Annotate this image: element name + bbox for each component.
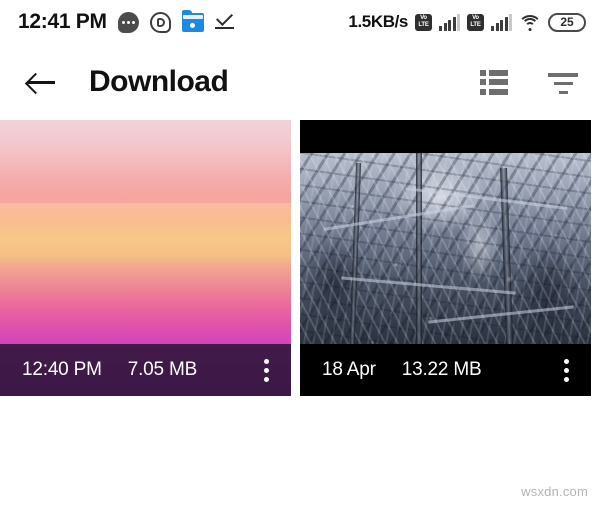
watermark: wsxdn.com bbox=[521, 484, 588, 499]
wifi-icon bbox=[518, 14, 542, 31]
item-time-label: 18 Apr bbox=[322, 359, 376, 380]
signal-sim1-icon bbox=[439, 13, 460, 31]
item-size-label: 13.22 MB bbox=[401, 359, 482, 380]
gallery-item-sunset[interactable]: 12:40 PM 7.05 MB bbox=[0, 120, 291, 396]
gallery-item-snow[interactable]: 18 Apr 13.22 MB bbox=[300, 120, 591, 396]
download-complete-icon bbox=[214, 9, 235, 32]
battery-icon: 25 bbox=[548, 12, 586, 32]
item-time-label: 12:40 PM bbox=[22, 359, 102, 380]
app-bar-actions bbox=[480, 69, 578, 95]
file-manager-icon bbox=[181, 9, 204, 32]
status-bar-right: 1.5KB/s Vo LTE Vo LTE 25 bbox=[348, 12, 586, 32]
volte-sim2-bottom: LTE bbox=[470, 22, 481, 28]
sms-icon bbox=[117, 11, 139, 33]
item-size-label: 7.05 MB bbox=[127, 359, 198, 380]
volte-sim2-top: Vo bbox=[472, 15, 479, 21]
gallery-grid: 12:40 PM 7.05 MB 18 Apr 13.22 MB bbox=[0, 120, 600, 396]
more-options-icon[interactable] bbox=[555, 356, 577, 384]
network-speed-label: 1.5KB/s bbox=[348, 12, 408, 31]
back-arrow-icon[interactable] bbox=[24, 66, 58, 98]
more-options-icon[interactable] bbox=[255, 356, 277, 384]
page-title: Download bbox=[89, 65, 229, 98]
volte-sim2-icon: Vo LTE bbox=[467, 13, 484, 31]
gallery-item-overlay: 18 Apr 13.22 MB bbox=[300, 344, 591, 396]
sort-icon[interactable] bbox=[548, 70, 578, 94]
gallery-item-overlay: 12:40 PM 7.05 MB bbox=[0, 344, 291, 396]
whatsapp-icon bbox=[149, 11, 171, 33]
status-bar-left: 12:41 PM bbox=[18, 9, 235, 34]
letterbox-bar bbox=[300, 120, 591, 153]
list-view-icon[interactable] bbox=[480, 69, 508, 95]
volte-sim1-icon: Vo LTE bbox=[415, 13, 432, 31]
app-bar: Download bbox=[0, 44, 600, 120]
signal-sim2-icon bbox=[491, 13, 512, 31]
volte-sim1-top: Vo bbox=[420, 15, 427, 21]
battery-level-label: 25 bbox=[560, 15, 574, 29]
volte-sim1-bottom: LTE bbox=[418, 22, 429, 28]
status-bar: 12:41 PM 1.5KB/s Vo LTE Vo LTE 25 bbox=[0, 0, 600, 44]
status-clock: 12:41 PM bbox=[18, 10, 107, 33]
